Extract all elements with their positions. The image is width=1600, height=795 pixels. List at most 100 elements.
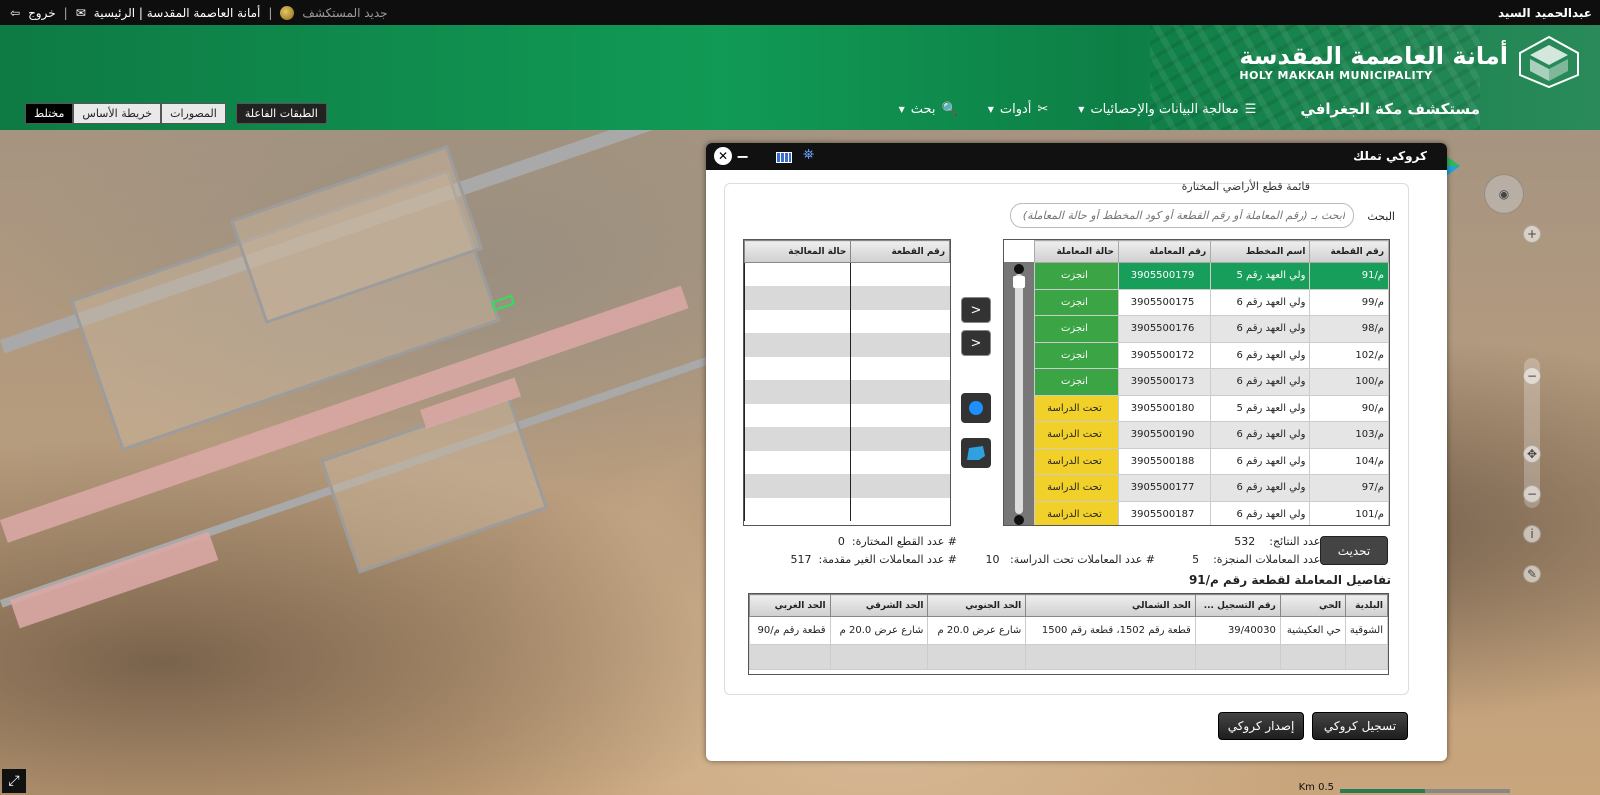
details-cell: حي العكيشية (1279, 616, 1347, 645)
col-registration[interactable]: رقم التسجيل ... (1194, 594, 1281, 617)
table-row[interactable]: م/100 ولي العهد رقم 6 3905500173 انجزت (1034, 368, 1389, 396)
logo[interactable]: أمانة العاصمة المقدسة HOLY MAKKAH MUNICI… (1239, 35, 1580, 89)
col-district[interactable]: الحي (1279, 594, 1347, 617)
table-row[interactable]: م/99 ولي العهد رقم 6 3905500175 انجزت (1034, 288, 1389, 316)
cell-status: تحت الدراسة (1034, 500, 1119, 525)
study-value: 10 (985, 553, 1000, 566)
empty-cell (744, 403, 851, 427)
logo-icon (1519, 35, 1579, 89)
table-row[interactable]: م/103 ولي العهد رقم 6 3905500190 تحت الدراس… (1034, 421, 1389, 449)
table-row[interactable]: م/101 ولي العهد رقم 6 3905500187 تحت الدراس… (1034, 500, 1389, 525)
zoom-in-icon[interactable]: + (1523, 225, 1541, 243)
divider: | (268, 5, 273, 20)
cell-transaction: 3905500175 (1117, 288, 1212, 316)
register-sketch-button[interactable]: تسجيل كروكي (1312, 712, 1408, 740)
tab-hybrid[interactable]: مختلط (25, 103, 74, 124)
nav-brand[interactable]: مستكشف مكة الجغرافي (1300, 100, 1480, 118)
dialog-title: كروكي تملك (1353, 149, 1427, 163)
nav-data-processing[interactable]: ☰ معالجة البيانات والإحصائيات ▼ (1078, 102, 1256, 117)
whats-new-link[interactable]: جديد المستكشف (302, 6, 387, 20)
table-icon[interactable] (776, 152, 792, 163)
search-input[interactable] (1010, 203, 1354, 228)
top-bar: عبدالحميد السيد ⇦ خروج | ✉ أمانة العاصمة… (0, 0, 1600, 25)
parcels-table: رقم القطعة اسم المخطط رقم المعاملة حالة الم… (1003, 239, 1390, 526)
empty-cell (850, 497, 950, 521)
nav-tools[interactable]: ✂ أدوات ▼ (988, 102, 1049, 117)
done-value: 5 (1192, 553, 1200, 566)
scroll-up-icon[interactable] (1014, 264, 1024, 274)
cell-plot: م/101 (1309, 500, 1389, 525)
remove-from-selection-button[interactable]: > (961, 330, 991, 356)
globe-icon[interactable]: ◉ (1484, 174, 1524, 214)
expand-icon[interactable]: ⤢ (2, 769, 26, 793)
point-select-button[interactable] (961, 393, 991, 423)
tab-imagery[interactable]: المصورات (161, 103, 226, 124)
minimize-icon[interactable]: − (736, 147, 749, 166)
col-transaction-status[interactable]: حالة المعاملة (1034, 240, 1119, 263)
zoom-out-icon[interactable]: − (1523, 367, 1541, 385)
study-label: # عدد المعاملات تحت الدراسة: (1009, 553, 1155, 566)
table-row[interactable]: م/98 ولي العهد رقم 6 3905500176 انجزت (1034, 315, 1389, 343)
table-scrollbar[interactable] (1004, 262, 1034, 525)
empty-cell (850, 474, 950, 498)
col-municipality[interactable]: البلدية (1345, 594, 1388, 617)
logout-icon[interactable]: ⇦ (10, 6, 20, 20)
empty-cell (744, 356, 851, 380)
polygon-icon (967, 446, 985, 460)
cell-status: انجزت (1034, 262, 1119, 290)
col-plot-number[interactable]: رقم القطعة (1309, 240, 1389, 263)
scroll-down-icon[interactable] (1014, 515, 1024, 525)
info-icon[interactable]: i (1523, 525, 1541, 543)
table-row[interactable]: م/90 ولي العهد رقم 5 3905500180 تحت الدراسة (1034, 394, 1389, 422)
dialog-header: كروكي تملك ✕ − ⛯ (706, 143, 1447, 170)
zoom-minus-icon[interactable]: − (1523, 485, 1541, 503)
scroll-thumb[interactable] (1013, 276, 1025, 288)
search-icon: 🔍 (941, 101, 958, 117)
logout-link[interactable]: خروج (28, 6, 56, 20)
cell-transaction: 3905500190 (1117, 421, 1212, 449)
done-count: # عدد المعاملات المنجزة: 5 (1192, 553, 1333, 566)
pan-icon[interactable]: ✥ (1523, 445, 1541, 463)
selected-parcel-highlight[interactable] (490, 294, 516, 312)
tab-basemap[interactable]: خريطة الأساس (73, 103, 162, 124)
table-row (749, 644, 1388, 670)
nav-tools-label: أدوات (999, 101, 1032, 117)
issue-sketch-button[interactable]: إصدار كروكي (1218, 712, 1304, 740)
table-row[interactable]: م/91 ولي العهد رقم 5 3905500179 انجزت (1034, 262, 1389, 290)
empty-cell (744, 262, 851, 286)
cell-status: انجزت (1034, 315, 1119, 343)
nav-search[interactable]: 🔍 بحث ▼ (899, 102, 958, 117)
table-row[interactable]: م/104 ولي العهد رقم 6 3905500188 تحت الدراس… (1034, 447, 1389, 475)
col-south-boundary[interactable]: الحد الجنوبي (927, 594, 1027, 617)
active-layers-button[interactable]: الطبقات الفاعلة (235, 103, 327, 124)
cell-plot: م/98 (1309, 315, 1389, 343)
empty-cell (744, 497, 851, 521)
col-plan-name[interactable]: اسم المخطط (1210, 240, 1311, 263)
selected-table: رقم القطعة حالة المعالجة (743, 239, 951, 526)
add-to-selection-button[interactable]: > (961, 297, 991, 323)
scale-bar: Km 0.5 (1299, 782, 1510, 793)
col-north-boundary[interactable]: الحد الشمالي (1025, 594, 1196, 617)
nav-data-label: معالجة البيانات والإحصائيات (1090, 101, 1239, 117)
col-plot-number[interactable]: رقم القطعة (850, 240, 950, 263)
col-east-boundary[interactable]: الحد الشرقي (829, 594, 929, 617)
cell-plot: م/97 (1309, 474, 1389, 502)
refresh-button[interactable]: تحديث (1320, 536, 1388, 565)
measure-icon[interactable]: ✎ (1523, 565, 1541, 583)
table-row[interactable]: م/97 ولي العهد رقم 6 3905500177 تحت الدراسة (1034, 474, 1389, 502)
col-west-boundary[interactable]: الحد الغربي (749, 594, 831, 617)
polygon-select-button[interactable] (961, 438, 991, 468)
close-icon[interactable]: ✕ (714, 147, 732, 165)
home-link[interactable]: أمانة العاصمة المقدسة | الرئيسية (94, 6, 261, 20)
whats-new-icon[interactable] (280, 5, 295, 20)
home-icon[interactable]: ✉ (76, 6, 86, 20)
col-transaction-number[interactable]: رقم المعاملة (1117, 240, 1212, 263)
empty-cell (744, 309, 851, 333)
table-row[interactable]: م/102 ولي العهد رقم 6 3905500172 انجزت (1034, 341, 1389, 369)
table-row (744, 380, 950, 404)
scroll-track[interactable] (1015, 274, 1023, 514)
col-processing-status[interactable]: حالة المعالجة (744, 240, 852, 263)
map-tool-icon[interactable]: ⛯ (803, 147, 814, 163)
divider: | (63, 5, 68, 20)
parcels-list-title: قائمة قطع الأراضي المختارة (1181, 180, 1310, 193)
